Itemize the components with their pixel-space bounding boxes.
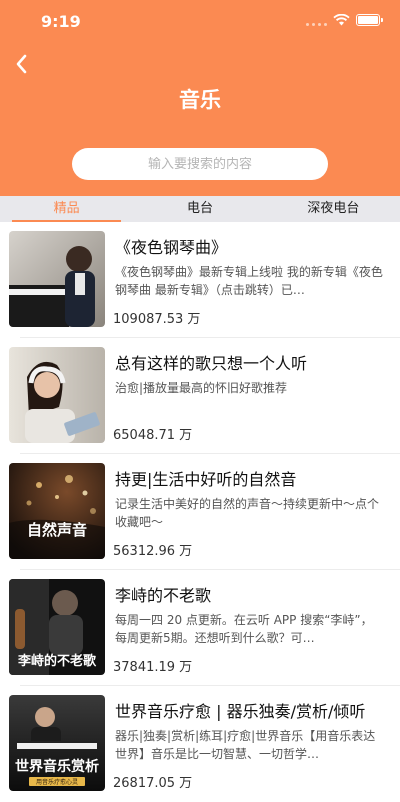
album-description: 记录生活中美好的自然的声音～持续更新中～点个收藏吧～: [115, 497, 380, 529]
album-cover: 自然声音: [9, 463, 105, 559]
header: 9:19 音乐: [0, 0, 400, 196]
album-title: 李峙的不老歌: [115, 586, 212, 605]
cover-title: 李峙的不老歌: [17, 653, 97, 669]
tab-late-night-radio[interactable]: 深夜电台: [267, 196, 400, 222]
status-bar: 9:19: [0, 0, 400, 44]
wifi-icon: [333, 14, 350, 26]
album-item[interactable]: 李峙的不老歌 李峙的不老歌 每周一四 20 点更新。在云听 APP 搜索“李峙”…: [0, 570, 400, 686]
cover-title: 自然声音: [27, 521, 87, 539]
album-title: 世界音乐疗愈 | 器乐独奏/赏析/倾听: [115, 702, 366, 721]
album-cover: [9, 231, 105, 327]
album-item[interactable]: 《夜色钢琴曲》 《夜色钢琴曲》最新专辑上线啦 我的新专辑《夜色钢琴曲 最新专辑》…: [0, 222, 400, 338]
album-description: 《夜色钢琴曲》最新专辑上线啦 我的新专辑《夜色钢琴曲 最新专辑》（点击跳转）已…: [115, 265, 383, 297]
album-list: 《夜色钢琴曲》 《夜色钢琴曲》最新专辑上线啦 我的新专辑《夜色钢琴曲 最新专辑》…: [0, 222, 400, 802]
cover-subtitle: 用音乐疗愈心灵: [36, 778, 78, 786]
album-cover: 李峙的不老歌: [9, 579, 105, 675]
album-cover: [9, 347, 105, 443]
album-description: 器乐|独奏|赏析|练耳|疗愈|世界音乐【用音乐表达世界】音乐是比一切智慧、一切哲…: [115, 729, 376, 761]
album-title: 总有这样的歌只想一个人听: [115, 354, 308, 373]
album-title: 《夜色钢琴曲》: [115, 238, 228, 257]
search-field[interactable]: [72, 148, 328, 180]
battery-icon: [356, 14, 383, 26]
play-count: 37841.19 万: [113, 660, 193, 675]
album-item[interactable]: 总有这样的歌只想一个人听 治愈|播放量最高的怀旧好歌推荐 65048.71 万: [0, 338, 400, 454]
album-title: 持更|生活中好听的自然音: [115, 470, 297, 489]
album-description: 治愈|播放量最高的怀旧好歌推荐: [115, 381, 288, 395]
play-count: 109087.53 万: [113, 312, 201, 327]
album-item[interactable]: 自然声音 持更|生活中好听的自然音 记录生活中美好的自然的声音～持续更新中～点个…: [0, 454, 400, 570]
cover-title: 世界音乐赏析: [15, 758, 99, 775]
status-icons: [306, 14, 383, 26]
tab-bar: 精品 电台 深夜电台: [0, 196, 400, 222]
search-input[interactable]: [72, 156, 328, 172]
album-cover: 世界音乐赏析 用音乐疗愈心灵: [9, 695, 105, 791]
tab-radio[interactable]: 电台: [133, 196, 266, 222]
play-count: 26817.05 万: [113, 776, 193, 791]
page-title: 音乐: [179, 88, 221, 112]
status-time: 9:19: [41, 12, 81, 31]
signal-icon: [306, 14, 327, 26]
album-item[interactable]: 世界音乐赏析 用音乐疗愈心灵 世界音乐疗愈 | 器乐独奏/赏析/倾听 器乐|独奏…: [0, 686, 400, 802]
album-description: 每周一四 20 点更新。在云听 APP 搜索“李峙”，每周更新5期。还想听到什么…: [115, 613, 373, 645]
play-count: 56312.96 万: [113, 544, 193, 559]
chevron-left-icon[interactable]: [8, 50, 36, 78]
play-count: 65048.71 万: [113, 428, 193, 443]
tab-featured[interactable]: 精品: [0, 196, 133, 222]
